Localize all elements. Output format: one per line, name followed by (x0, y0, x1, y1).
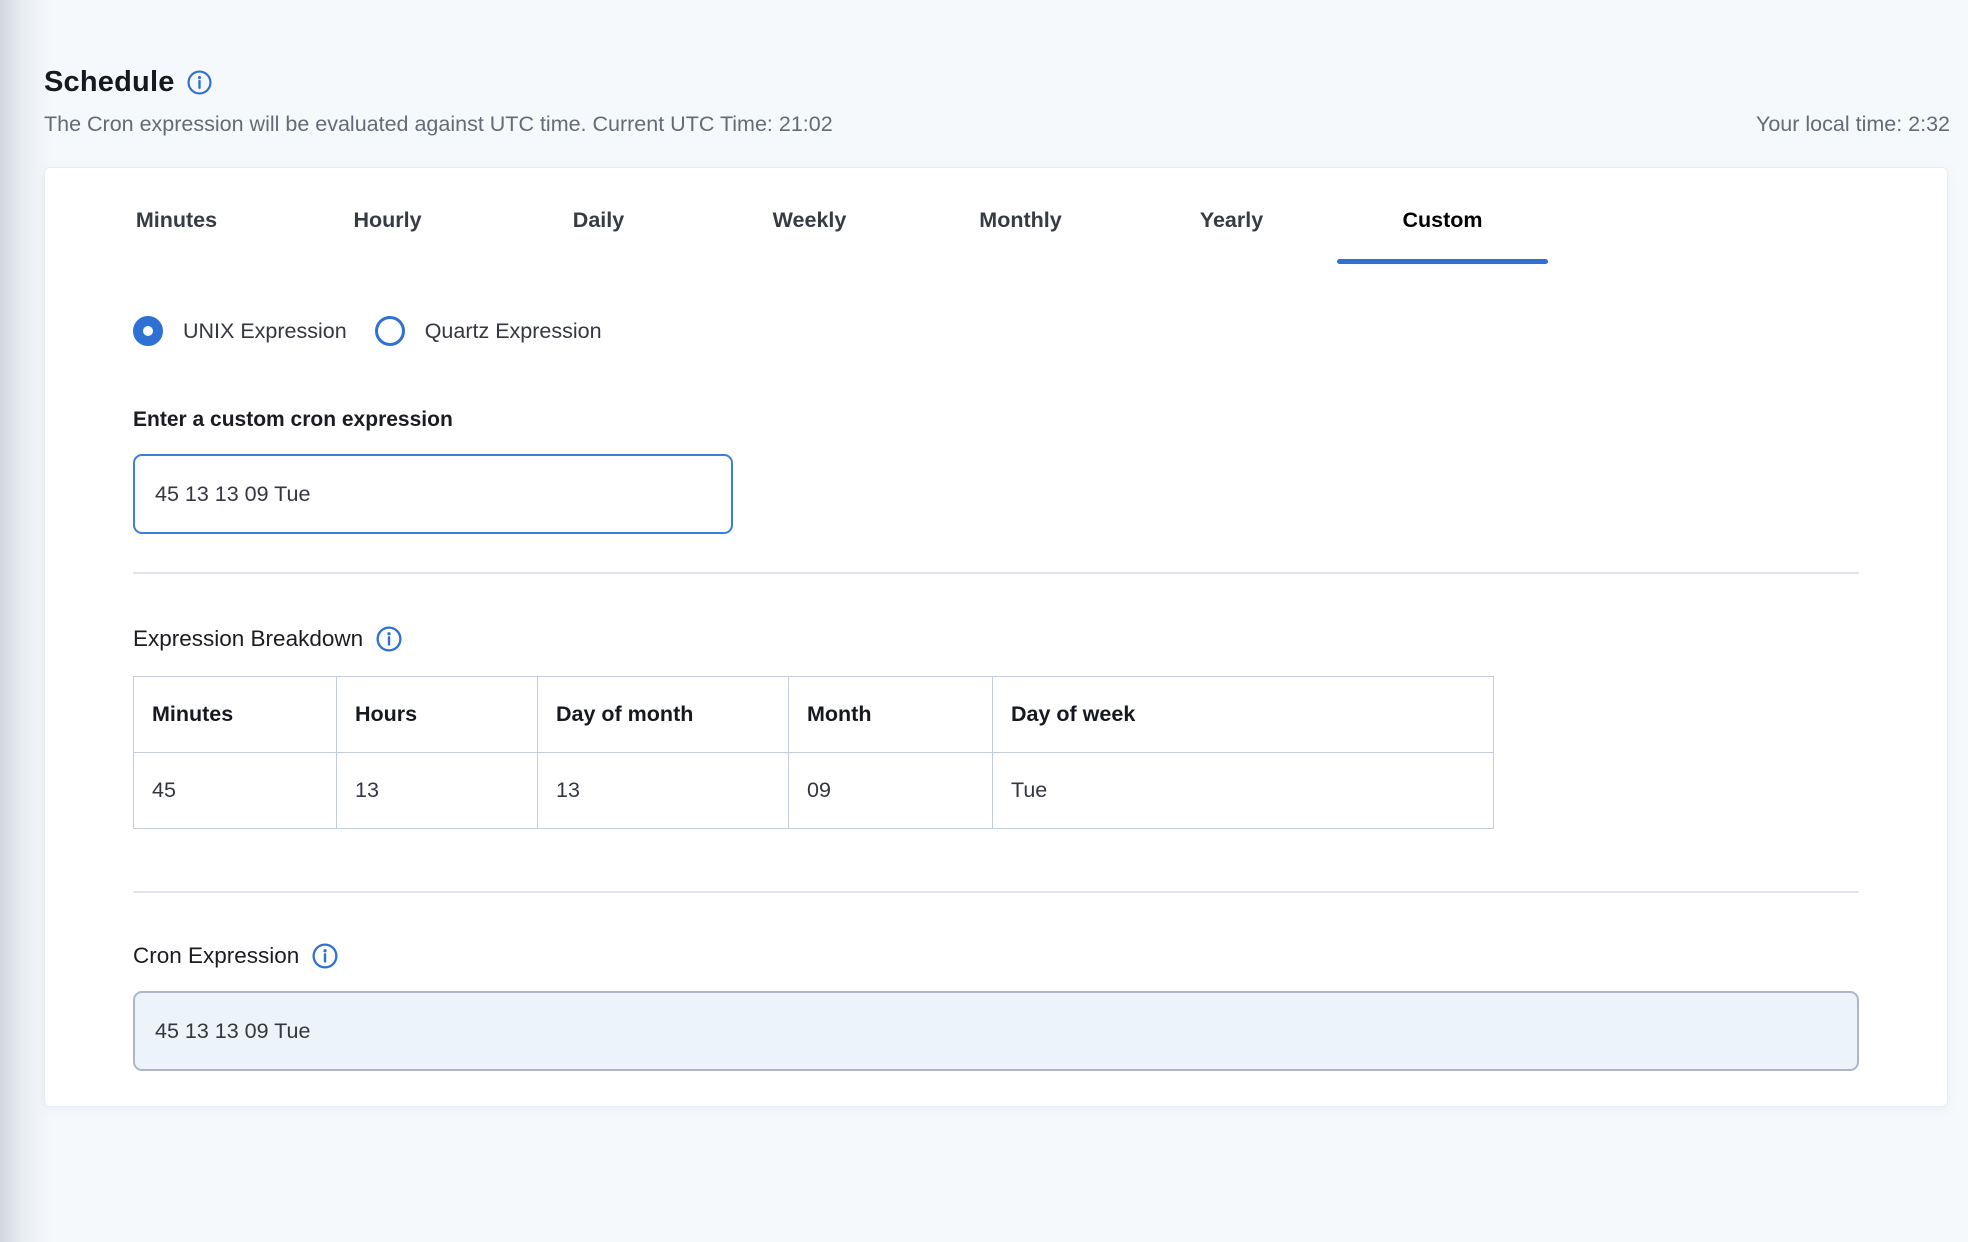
local-time-text: Your local time: 2:32 (1756, 112, 1950, 137)
col-header-minutes: Minutes (134, 677, 337, 753)
col-header-day-of-week: Day of week (993, 677, 1494, 753)
custom-cron-label: Enter a custom cron expression (133, 408, 1859, 432)
table-header-row: Minutes Hours Day of month Month Day of … (134, 677, 1494, 753)
custom-cron-input[interactable] (133, 454, 733, 534)
cron-expression-info-icon[interactable] (312, 943, 338, 969)
frequency-tabs: Minutes Hourly Daily Weekly Monthly Year… (71, 168, 1921, 262)
tab-custom[interactable]: Custom (1337, 178, 1548, 262)
tab-weekly[interactable]: Weekly (704, 178, 915, 262)
utc-time-text: The Cron expression will be evaluated ag… (44, 112, 833, 137)
radio-unselected-icon (375, 316, 405, 346)
expression-breakdown-title: Expression Breakdown (133, 626, 363, 652)
schedule-header: Schedule (44, 66, 1950, 99)
page-title: Schedule (44, 66, 175, 99)
schedule-subtitle-row: The Cron expression will be evaluated ag… (44, 112, 1950, 137)
expression-breakdown-table: Minutes Hours Day of month Month Day of … (133, 676, 1494, 829)
table-row: 45 13 13 09 Tue (134, 753, 1494, 829)
unix-expression-label: UNIX Expression (183, 319, 347, 344)
divider (133, 572, 1859, 574)
tab-yearly[interactable]: Yearly (1126, 178, 1337, 262)
tab-hourly[interactable]: Hourly (282, 178, 493, 262)
tab-monthly[interactable]: Monthly (915, 178, 1126, 262)
tab-daily[interactable]: Daily (493, 178, 704, 262)
quartz-expression-radio[interactable]: Quartz Expression (375, 316, 602, 346)
schedule-panel: Schedule The Cron expression will be eva… (0, 0, 1968, 1107)
cell-hours: 13 (337, 753, 538, 829)
active-tab-underline (1337, 259, 1548, 264)
cell-month: 09 (789, 753, 993, 829)
unix-expression-radio[interactable]: UNIX Expression (133, 316, 347, 346)
cell-day-of-month: 13 (538, 753, 789, 829)
tab-custom-label: Custom (1402, 208, 1482, 233)
schedule-info-icon[interactable] (187, 70, 212, 95)
quartz-expression-label: Quartz Expression (425, 319, 602, 344)
col-header-day-of-month: Day of month (538, 677, 789, 753)
cell-minutes: 45 (134, 753, 337, 829)
col-header-hours: Hours (337, 677, 538, 753)
expression-breakdown-info-icon[interactable] (376, 626, 402, 652)
cron-expression-title: Cron Expression (133, 943, 299, 969)
divider (133, 891, 1859, 893)
expression-type-radio-group: UNIX Expression Quartz Expression (133, 316, 1859, 346)
col-header-month: Month (789, 677, 993, 753)
custom-tab-content: UNIX Expression Quartz Expression Enter … (45, 316, 1947, 1071)
tab-minutes[interactable]: Minutes (71, 178, 282, 262)
expression-breakdown-header: Expression Breakdown (133, 626, 1859, 652)
radio-selected-icon (133, 316, 163, 346)
cron-expression-readonly-field[interactable] (133, 991, 1859, 1071)
cron-expression-header: Cron Expression (133, 943, 1859, 969)
schedule-card: Minutes Hourly Daily Weekly Monthly Year… (44, 167, 1948, 1107)
cell-day-of-week: Tue (993, 753, 1494, 829)
